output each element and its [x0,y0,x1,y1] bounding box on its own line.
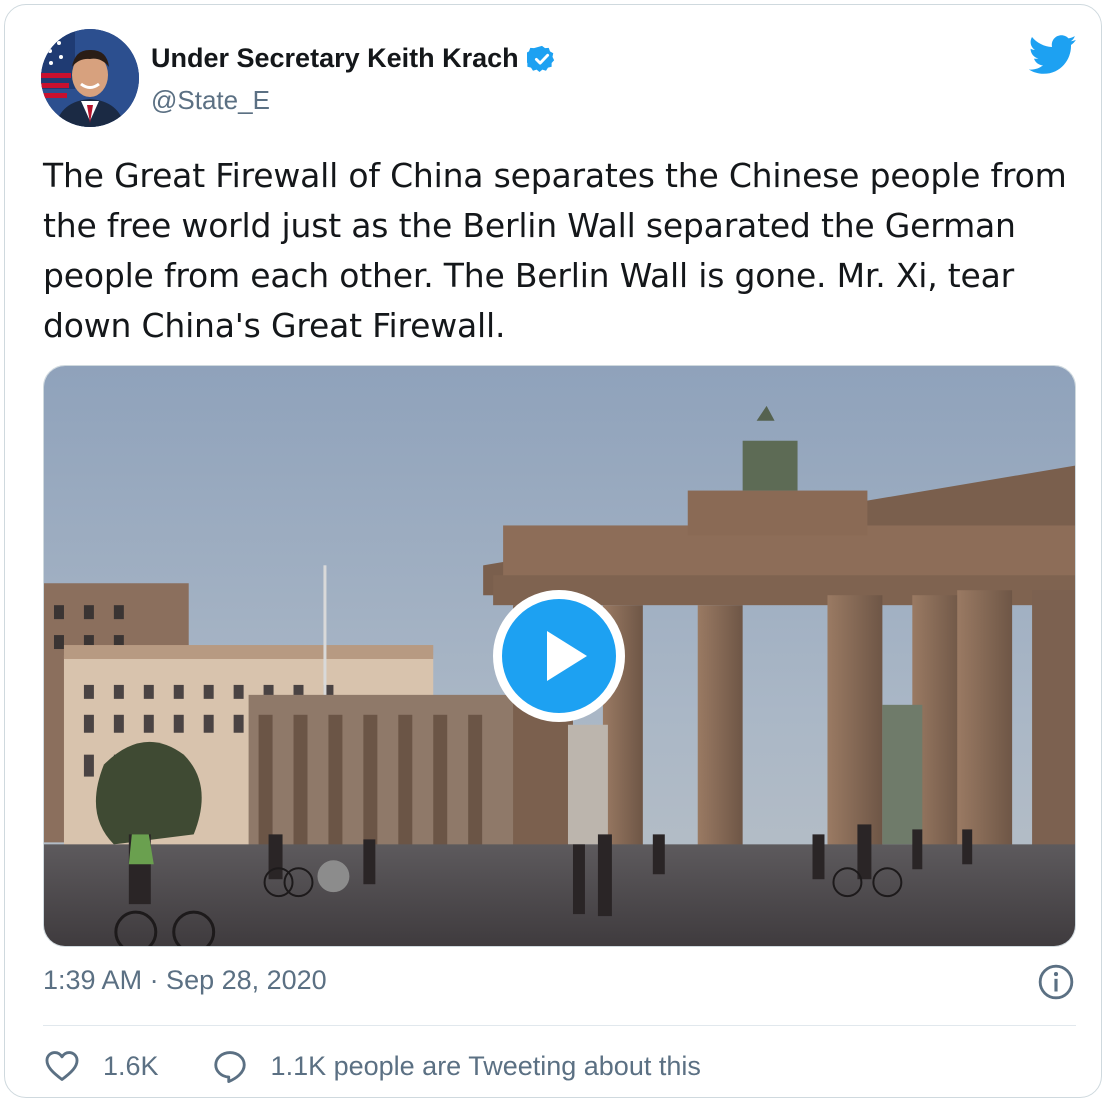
like-count: 1.6K [103,1050,159,1081]
twitter-bird-icon[interactable] [1029,35,1077,75]
heart-icon [45,1051,79,1081]
play-icon [547,631,587,681]
tweet-actions: 1.6K 1.1K people are Tweeting about this [43,1043,701,1089]
like-button[interactable]: 1.6K [43,1047,159,1085]
video-player[interactable] [43,365,1076,947]
divider [43,1025,1076,1026]
avatar-photo [41,29,139,127]
author-display-name[interactable]: Under Secretary Keith Krach [151,43,519,74]
tweet-card[interactable]: Under Secretary Keith Krach @State_E The… [4,4,1102,1098]
info-icon[interactable] [1037,963,1075,1001]
tweet-text: The Great Firewall of China separates th… [43,156,1067,345]
conversation-link[interactable]: 1.1K people are Tweeting about this [211,1047,701,1085]
conversation-text: 1.1K people are Tweeting about this [270,1050,701,1081]
speech-bubble-icon [213,1051,246,1083]
author-name-row[interactable]: Under Secretary Keith Krach [151,43,557,74]
tweet-timestamp[interactable]: 1:39 AM · Sep 28, 2020 [43,965,327,996]
play-button[interactable] [493,590,625,722]
author-handle[interactable]: @State_E [151,85,270,116]
avatar[interactable] [41,29,139,127]
verified-badge-icon [526,45,554,72]
